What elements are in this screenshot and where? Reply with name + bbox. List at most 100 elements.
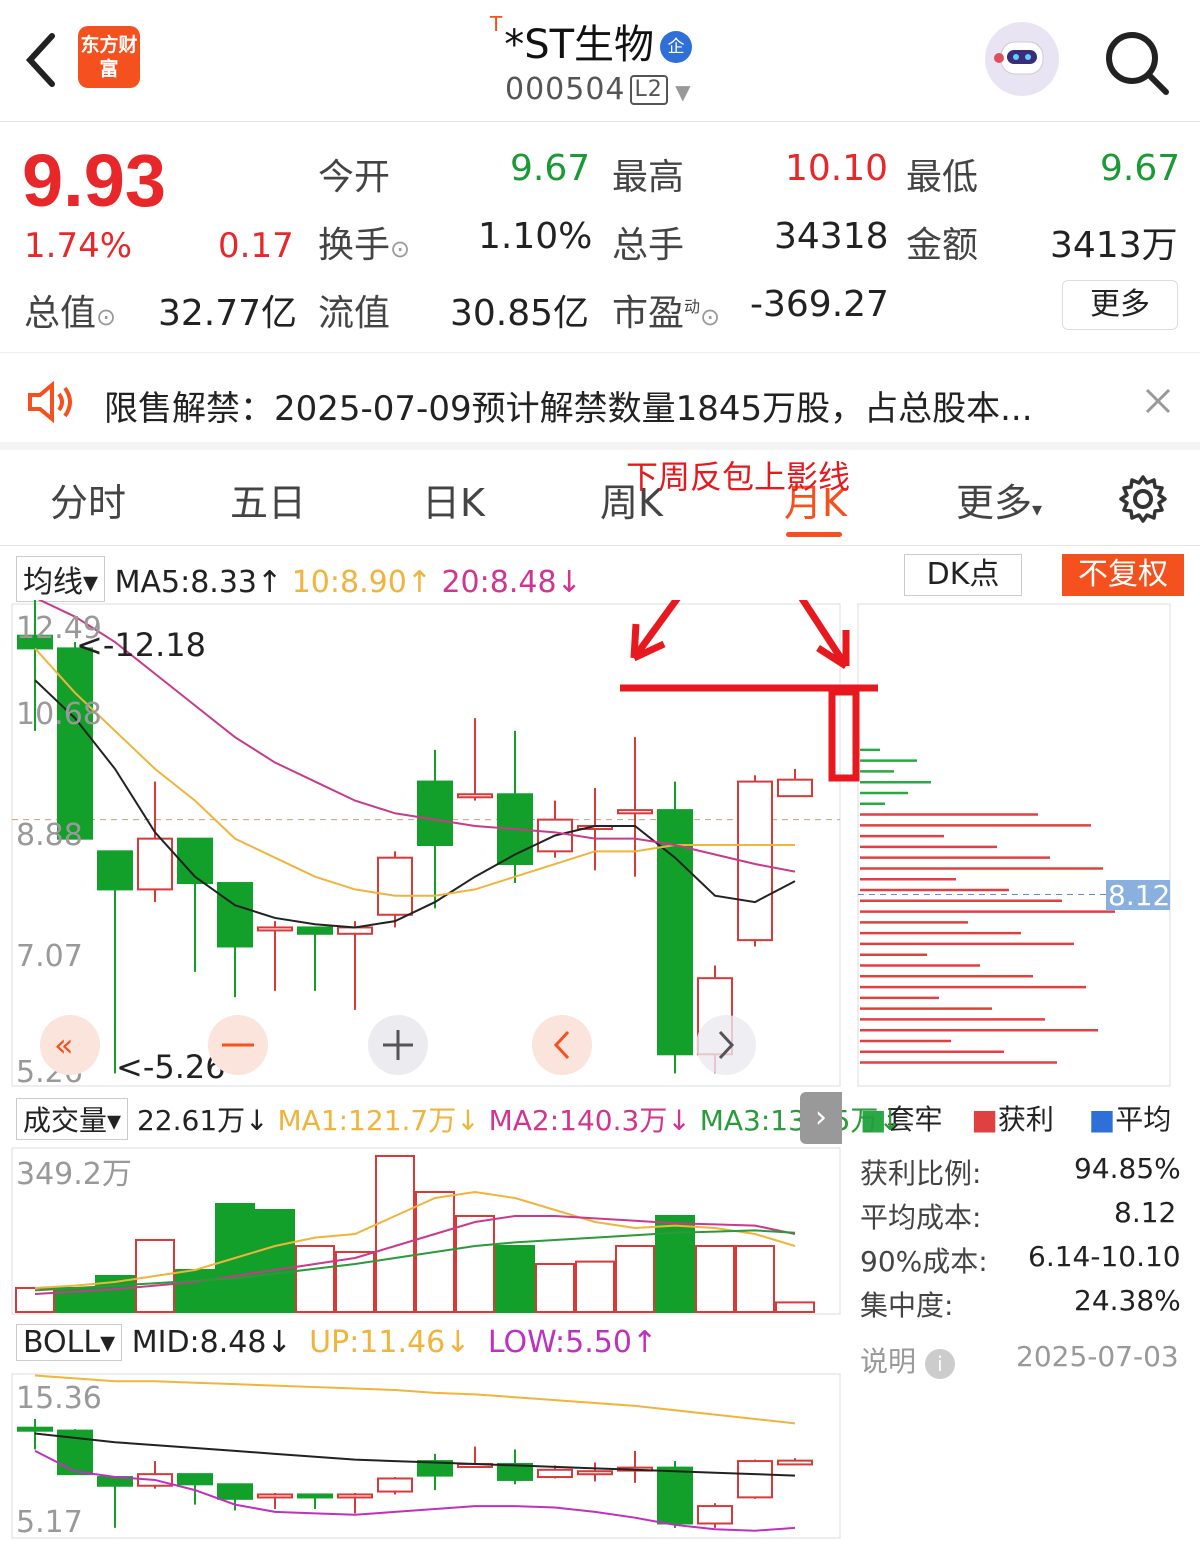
candle-body [97, 850, 133, 891]
boll-candle-body [337, 1493, 373, 1499]
zoom-out-button[interactable] [208, 1015, 268, 1075]
high-value: 10.10 [785, 148, 889, 189]
settings-gear-icon[interactable] [1118, 474, 1168, 524]
market-cap-label[interactable]: 总值⊙ [24, 284, 116, 336]
turnover-label[interactable]: 换手⊙ [318, 216, 410, 268]
boll-candle-body [577, 1470, 613, 1476]
candle-body [257, 926, 293, 932]
volume-chart: 349.2万 [11, 1147, 841, 1315]
annotation-text: 下周反包上影线 [626, 458, 851, 496]
float-cap-label: 流值 [318, 293, 391, 334]
last-price: 9.93 [22, 139, 167, 222]
adjust-select-button[interactable]: 不复权 [1062, 554, 1184, 596]
market-cap-value: 32.77亿 [158, 293, 298, 334]
volume-bar [575, 1260, 615, 1313]
chip-note-link[interactable]: 说明 i [860, 1340, 955, 1380]
close-icon[interactable] [1144, 387, 1172, 415]
scroll-right-button[interactable] [696, 1015, 756, 1075]
more-button[interactable]: 更多 [1062, 280, 1178, 330]
candle-body [297, 926, 333, 935]
axis-label: 10.68 [16, 697, 102, 732]
change-pct: 1.74% [24, 226, 133, 266]
boll-indicator-select[interactable]: BOLL▾ [16, 1324, 123, 1361]
period-tabs: 分时 五日 日K 周K 月K 更多▾ 下周反包上影线 [0, 450, 1200, 546]
chip-date: 2025-07-03 [1016, 1340, 1179, 1373]
volume-bar [615, 1245, 655, 1313]
avg-cost-label: 8.12 [1108, 879, 1170, 912]
volume-bar [175, 1269, 215, 1313]
boll-candle-body [537, 1468, 573, 1479]
dk-point-button[interactable]: DK点 [904, 554, 1022, 596]
high-marker: <-12.18 [76, 626, 206, 664]
speaker-icon [28, 381, 72, 423]
boll-candle-body [257, 1493, 293, 1499]
expand-panel-button[interactable]: › [800, 1092, 842, 1144]
zoom-in-button[interactable] [368, 1015, 428, 1075]
boll-candle-body [177, 1473, 213, 1486]
tab-intraday[interactable]: 分时 [50, 472, 126, 527]
open-label: 今开 [318, 157, 391, 198]
volume-bar [255, 1209, 295, 1313]
boll-candle-body [697, 1505, 733, 1525]
boll-candle-body [377, 1477, 413, 1493]
volume-bar [775, 1301, 815, 1313]
chip-legend: ■套牢 ■获利 ■平均 [860, 1103, 1172, 1136]
enterprise-badge: 企 [660, 31, 693, 63]
volume-bar [375, 1155, 415, 1313]
candle-body [217, 882, 253, 948]
ma10-label: 10:8.90↑ [291, 565, 432, 600]
stock-code[interactable]: 000504 L2 ▼ [505, 72, 692, 107]
app-logo: 东方财富 [78, 26, 140, 88]
boll-line [34, 1374, 796, 1425]
volume-bar [655, 1215, 695, 1313]
boll-legend: BOLL▾ MID:8.48↓ UP:11.46↓ LOW:5.50↑ [16, 1324, 657, 1361]
volume-bar [735, 1245, 775, 1313]
pe-label[interactable]: 市盈动⊙ [612, 284, 720, 336]
tab-daily-k[interactable]: 日K [422, 472, 485, 527]
pe-value: -369.27 [750, 284, 889, 325]
boll-candle-body [17, 1426, 53, 1432]
axis-label: 7.07 [16, 939, 83, 974]
indicator-select[interactable]: 均线▾ [16, 556, 106, 602]
svg-text:«: « [54, 1026, 74, 1064]
back-icon[interactable] [22, 30, 62, 90]
candle-body [377, 856, 413, 916]
amount-value: 3413万 [1050, 225, 1178, 266]
boll-candle-body [737, 1460, 773, 1499]
candle-body [57, 647, 93, 840]
amount-label: 金额 [906, 225, 979, 266]
boll-candle-body [777, 1459, 813, 1466]
candle-body [777, 778, 813, 798]
candle-body [617, 809, 653, 815]
volume-bar [455, 1215, 495, 1313]
change-value: 0.17 [218, 226, 294, 266]
volume-legend: 成交量▾ 22.61万↓ MA1:121.7万↓ MA2:140.3万↓ MA3… [16, 1098, 902, 1140]
notice-bar[interactable]: 限售解禁：2025-07-09预计解禁数量1845万股，占总股本... [0, 352, 1200, 450]
low-label: 最低 [906, 157, 979, 198]
float-cap-value: 30.85亿 [450, 293, 590, 334]
turnover-value: 1.10% [478, 216, 593, 257]
volume-value: 34318 [774, 216, 889, 257]
tab-more[interactable]: 更多▾ [956, 472, 1042, 527]
volume-bar [695, 1245, 735, 1313]
svg-text:349.2万: 349.2万 [16, 1157, 132, 1192]
volume-bar [15, 1287, 55, 1313]
quote-panel: 9.93 1.74% 0.17 今开 9.67 最高 10.10 最低 9.67… [0, 120, 1200, 352]
volume-bar [495, 1245, 535, 1313]
boll-chart: 15.36 5.17 [11, 1373, 841, 1540]
svg-text:5.17: 5.17 [16, 1505, 83, 1540]
assistant-avatar-icon[interactable] [985, 22, 1059, 96]
header: 东方财富 T*ST生物企 000504 L2 ▼ [0, 0, 1200, 122]
zoom-out-fast-button[interactable]: « [40, 1015, 100, 1075]
search-icon[interactable] [1102, 28, 1172, 98]
tab-five-day[interactable]: 五日 [230, 472, 306, 527]
svg-text:15.36: 15.36 [16, 1381, 102, 1416]
notice-text: 限售解禁：2025-07-09预计解禁数量1845万股，占总股本... [104, 389, 1033, 429]
volume-indicator-select[interactable]: 成交量▾ [16, 1098, 129, 1140]
kline-chart[interactable]: 12.49 10.68 8.88 7.07 5.26 <-12.18 <-5.2… [0, 600, 1200, 1090]
annotation-arrows [620, 600, 878, 782]
high-label: 最高 [612, 157, 685, 198]
scroll-left-button[interactable] [532, 1015, 592, 1075]
volume-bar [535, 1263, 575, 1313]
low-marker: <-5.26 [116, 1048, 226, 1086]
